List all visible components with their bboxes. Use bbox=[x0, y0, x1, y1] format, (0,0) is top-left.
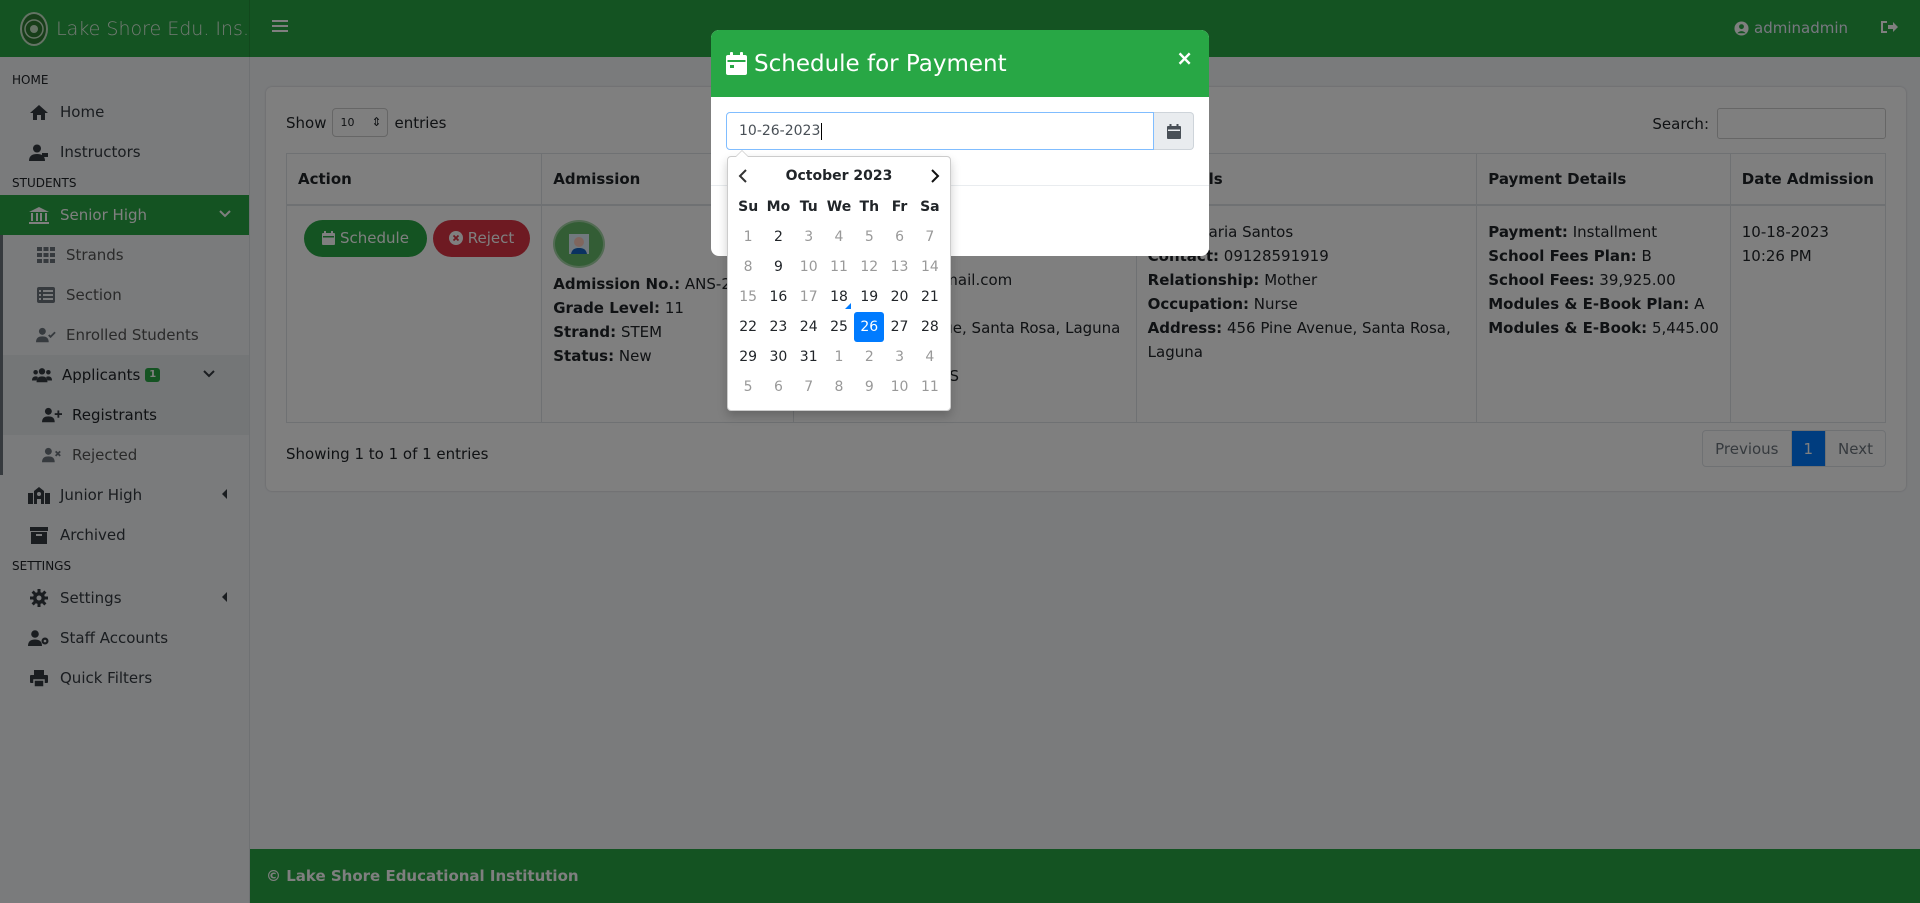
calendar-day[interactable]: 7 bbox=[915, 222, 945, 252]
calendar-day[interactable]: 4 bbox=[824, 222, 854, 252]
calendar-day[interactable]: 11 bbox=[824, 252, 854, 282]
text-cursor bbox=[821, 122, 823, 140]
calendar-day[interactable]: 15 bbox=[733, 282, 763, 312]
calendar-icon bbox=[1166, 123, 1181, 139]
datepicker-header: October 2023 bbox=[733, 161, 945, 191]
calendar-day[interactable]: 23 bbox=[763, 312, 793, 342]
calendar-day[interactable]: 14 bbox=[915, 252, 945, 282]
calendar-day[interactable]: 20 bbox=[884, 282, 914, 312]
close-button[interactable]: × bbox=[1176, 46, 1193, 70]
modal-title: Schedule for Payment bbox=[754, 50, 1007, 77]
calendar-day[interactable]: 11 bbox=[915, 372, 945, 402]
calendar-day[interactable]: 8 bbox=[733, 252, 763, 282]
chevron-left-icon[interactable] bbox=[737, 169, 749, 183]
calendar-day[interactable]: 1 bbox=[824, 342, 854, 372]
calendar-day[interactable]: 4 bbox=[915, 342, 945, 372]
modal-header: Schedule for Payment × bbox=[711, 30, 1209, 97]
calendar-day[interactable]: 7 bbox=[794, 372, 824, 402]
payment-date-group: 10-26-2023 bbox=[726, 112, 1194, 150]
calendar-day[interactable]: 5 bbox=[854, 222, 884, 252]
datepicker: October 2023 Su Mo Tu We Th Fr Sa 1 2 3 4 5 6 7 8 9 10 11… bbox=[727, 150, 951, 411]
calendar-day[interactable]: 25 bbox=[824, 312, 854, 342]
calendar-day[interactable]: 9 bbox=[854, 372, 884, 402]
weekday-header: We bbox=[826, 198, 852, 215]
calendar-day[interactable]: 10 bbox=[884, 372, 914, 402]
datepicker-days-grid: Su Mo Tu We Th Fr Sa 1 2 3 4 5 6 7 8 9 10 11 12 13 14 15 16 17 1… bbox=[733, 191, 945, 402]
modal-body: 10-26-2023 bbox=[711, 97, 1209, 165]
calendar-day[interactable]: 16 bbox=[763, 282, 793, 312]
calendar-day[interactable]: 10 bbox=[794, 252, 824, 282]
calendar-day[interactable]: 30 bbox=[763, 342, 793, 372]
calendar-day[interactable]: 2 bbox=[854, 342, 884, 372]
payment-date-input[interactable]: 10-26-2023 bbox=[726, 112, 1154, 150]
calendar-day[interactable]: 27 bbox=[884, 312, 914, 342]
chevron-right-icon[interactable] bbox=[929, 169, 941, 183]
weekday-header: Sa bbox=[920, 198, 940, 215]
calendar-day[interactable]: 18 bbox=[824, 282, 854, 312]
calendar-day[interactable]: 17 bbox=[794, 282, 824, 312]
calendar-day[interactable]: 19 bbox=[854, 282, 884, 312]
weekday-header: Tu bbox=[799, 198, 818, 215]
calendar-day[interactable]: 2 bbox=[763, 222, 793, 252]
calendar-day[interactable]: 24 bbox=[794, 312, 824, 342]
calendar-day[interactable]: 31 bbox=[794, 342, 824, 372]
calendar-day[interactable]: 13 bbox=[884, 252, 914, 282]
calendar-day[interactable]: 8 bbox=[824, 372, 854, 402]
calendar-day[interactable]: 1 bbox=[733, 222, 763, 252]
calendar-day[interactable]: 9 bbox=[763, 252, 793, 282]
weekday-header: Fr bbox=[891, 198, 908, 215]
weekday-header: Th bbox=[859, 198, 880, 215]
calendar-day[interactable]: 12 bbox=[854, 252, 884, 282]
calendar-day[interactable]: 22 bbox=[733, 312, 763, 342]
calendar-day[interactable]: 29 bbox=[733, 342, 763, 372]
calendar-day[interactable]: 6 bbox=[884, 222, 914, 252]
datepicker-month-title[interactable]: October 2023 bbox=[786, 168, 893, 184]
calendar-toggle-button[interactable] bbox=[1154, 112, 1194, 150]
calendar-day[interactable]: 21 bbox=[915, 282, 945, 312]
weekday-header: Mo bbox=[766, 198, 791, 215]
calendar-icon bbox=[726, 51, 748, 76]
weekday-header: Su bbox=[738, 198, 759, 215]
calendar-day[interactable]: 3 bbox=[794, 222, 824, 252]
calendar-day[interactable]: 5 bbox=[733, 372, 763, 402]
calendar-day[interactable]: 3 bbox=[884, 342, 914, 372]
calendar-day[interactable]: 28 bbox=[915, 312, 945, 342]
calendar-day[interactable]: 6 bbox=[763, 372, 793, 402]
calendar-day[interactable]: 26 bbox=[854, 312, 885, 342]
